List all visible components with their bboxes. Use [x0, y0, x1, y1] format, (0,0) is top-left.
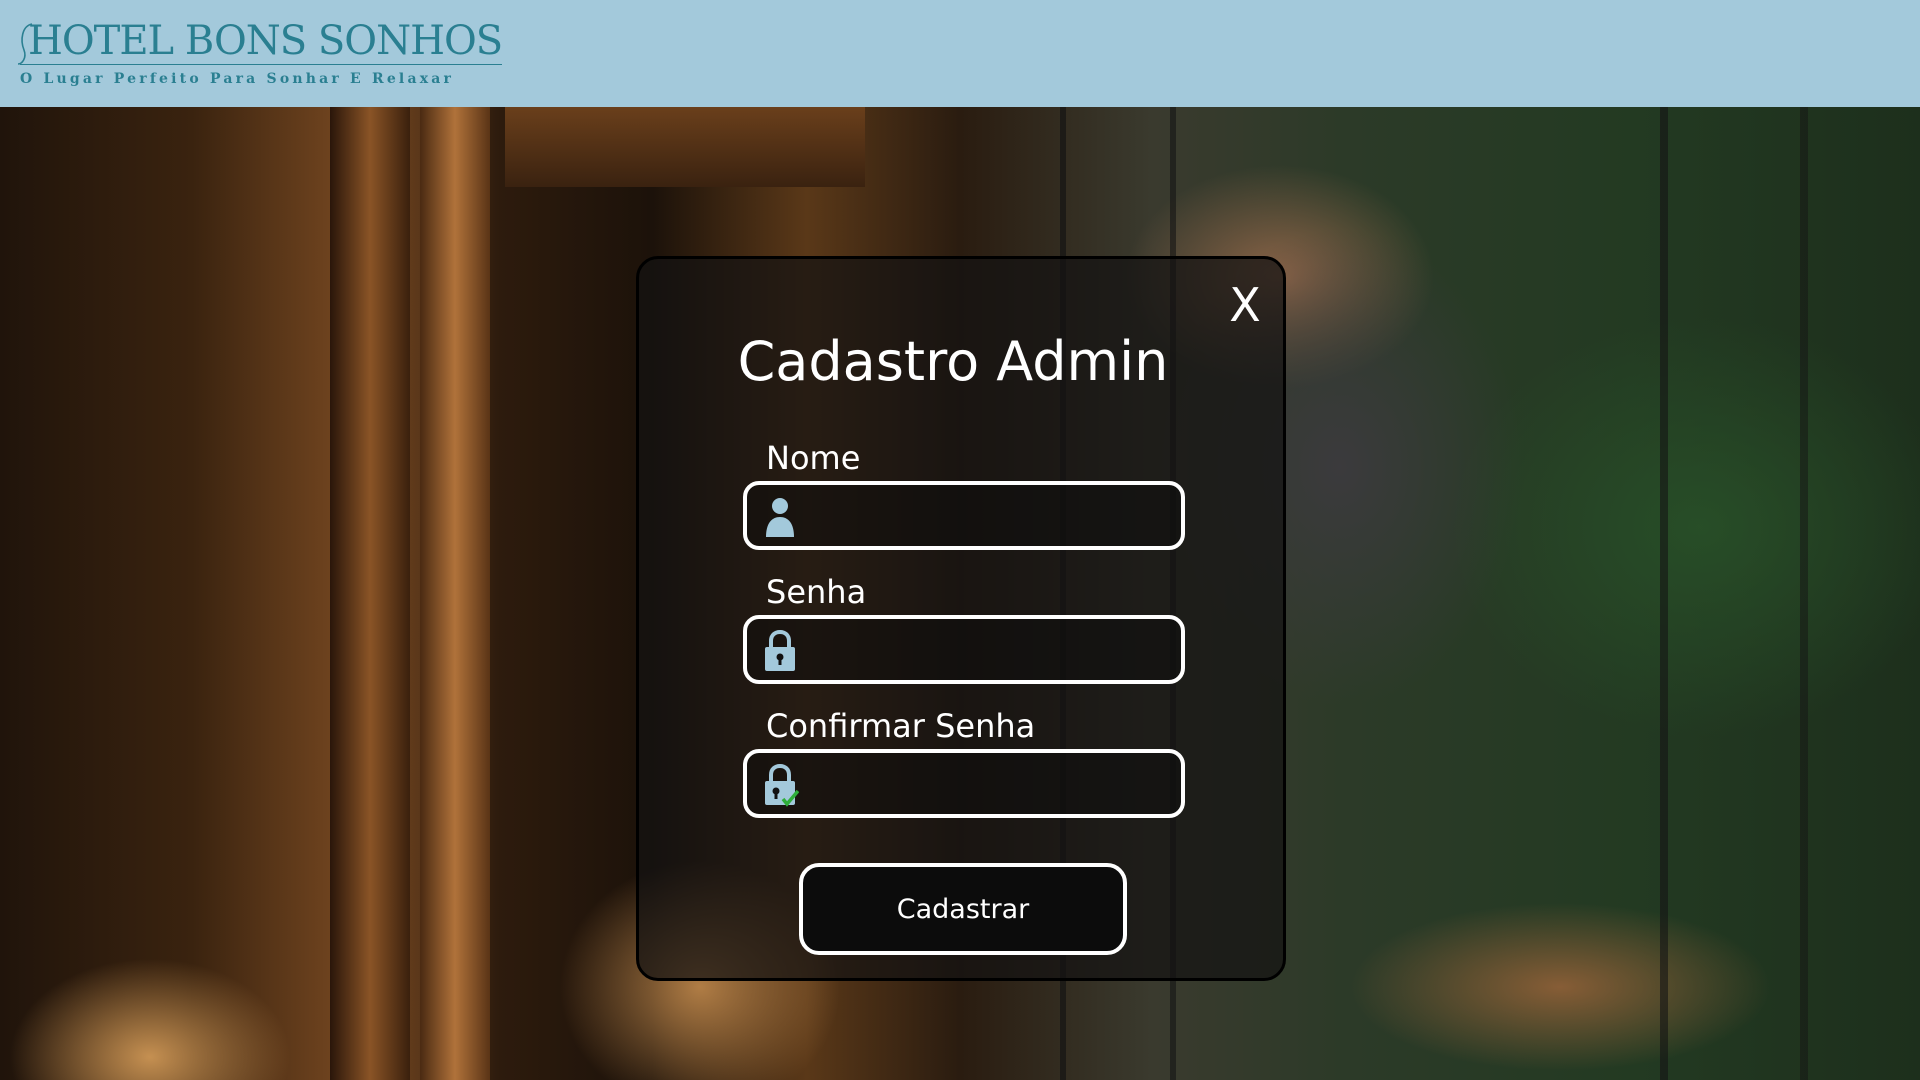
modal-title: Cadastro Admin: [737, 330, 1169, 393]
name-field[interactable]: [743, 481, 1185, 550]
window-bar: [1660, 107, 1668, 1080]
password-field[interactable]: [743, 615, 1185, 684]
confirm-password-label: Confirmar Senha: [766, 707, 1036, 745]
name-input[interactable]: [809, 485, 1171, 546]
logo-title-text: HOTEL BONS SONHOS: [28, 18, 503, 64]
user-icon: [766, 498, 794, 537]
admin-register-modal: X Cadastro Admin Nome Senha Confirmar Se…: [636, 256, 1286, 981]
hotel-logo[interactable]: HOTEL BONS SONHOS O Lugar Perfeito Para …: [18, 18, 503, 87]
confirm-password-field[interactable]: [743, 749, 1185, 818]
register-button[interactable]: Cadastrar: [799, 863, 1127, 955]
logo-swash-icon: [18, 23, 33, 65]
close-button[interactable]: X: [1225, 281, 1265, 329]
password-label: Senha: [766, 573, 867, 611]
lock-check-icon: [765, 763, 799, 807]
logo-title: HOTEL BONS SONHOS: [18, 18, 503, 65]
name-label: Nome: [766, 439, 861, 477]
confirm-password-input[interactable]: [809, 753, 1171, 814]
wood-beam: [420, 107, 490, 1080]
logo-tagline: O Lugar Perfeito Para Sonhar E Relaxar: [20, 71, 455, 87]
header: HOTEL BONS SONHOS O Lugar Perfeito Para …: [0, 0, 1920, 107]
password-input[interactable]: [809, 619, 1171, 680]
wood-beam: [330, 107, 410, 1080]
window-bar: [1800, 107, 1808, 1080]
lock-icon: [765, 629, 795, 671]
window-frame: [505, 107, 865, 187]
